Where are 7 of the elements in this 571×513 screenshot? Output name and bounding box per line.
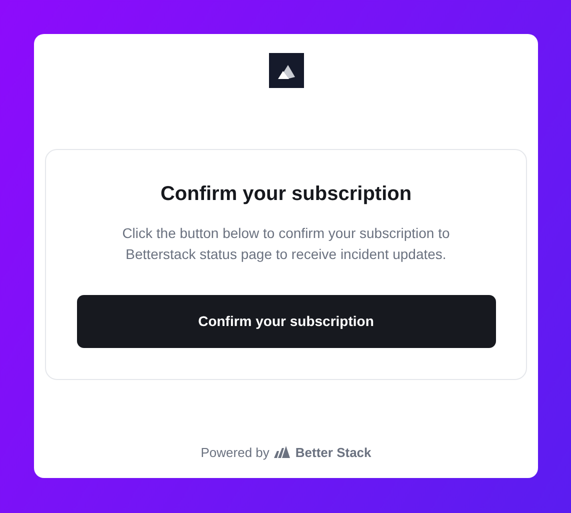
confirmation-message: Click the button below to confirm your subscription to Betterstack status page to receive incident updates. [121,224,451,264]
brand-logo-icon [274,446,290,458]
confirmation-title: Confirm your subscription [160,182,412,206]
brand-name: Better Stack [295,444,372,462]
logo-icon [268,53,304,88]
confirm-button[interactable]: Confirm your subscription [76,295,496,348]
powered-by-text: Powered by [200,444,270,462]
